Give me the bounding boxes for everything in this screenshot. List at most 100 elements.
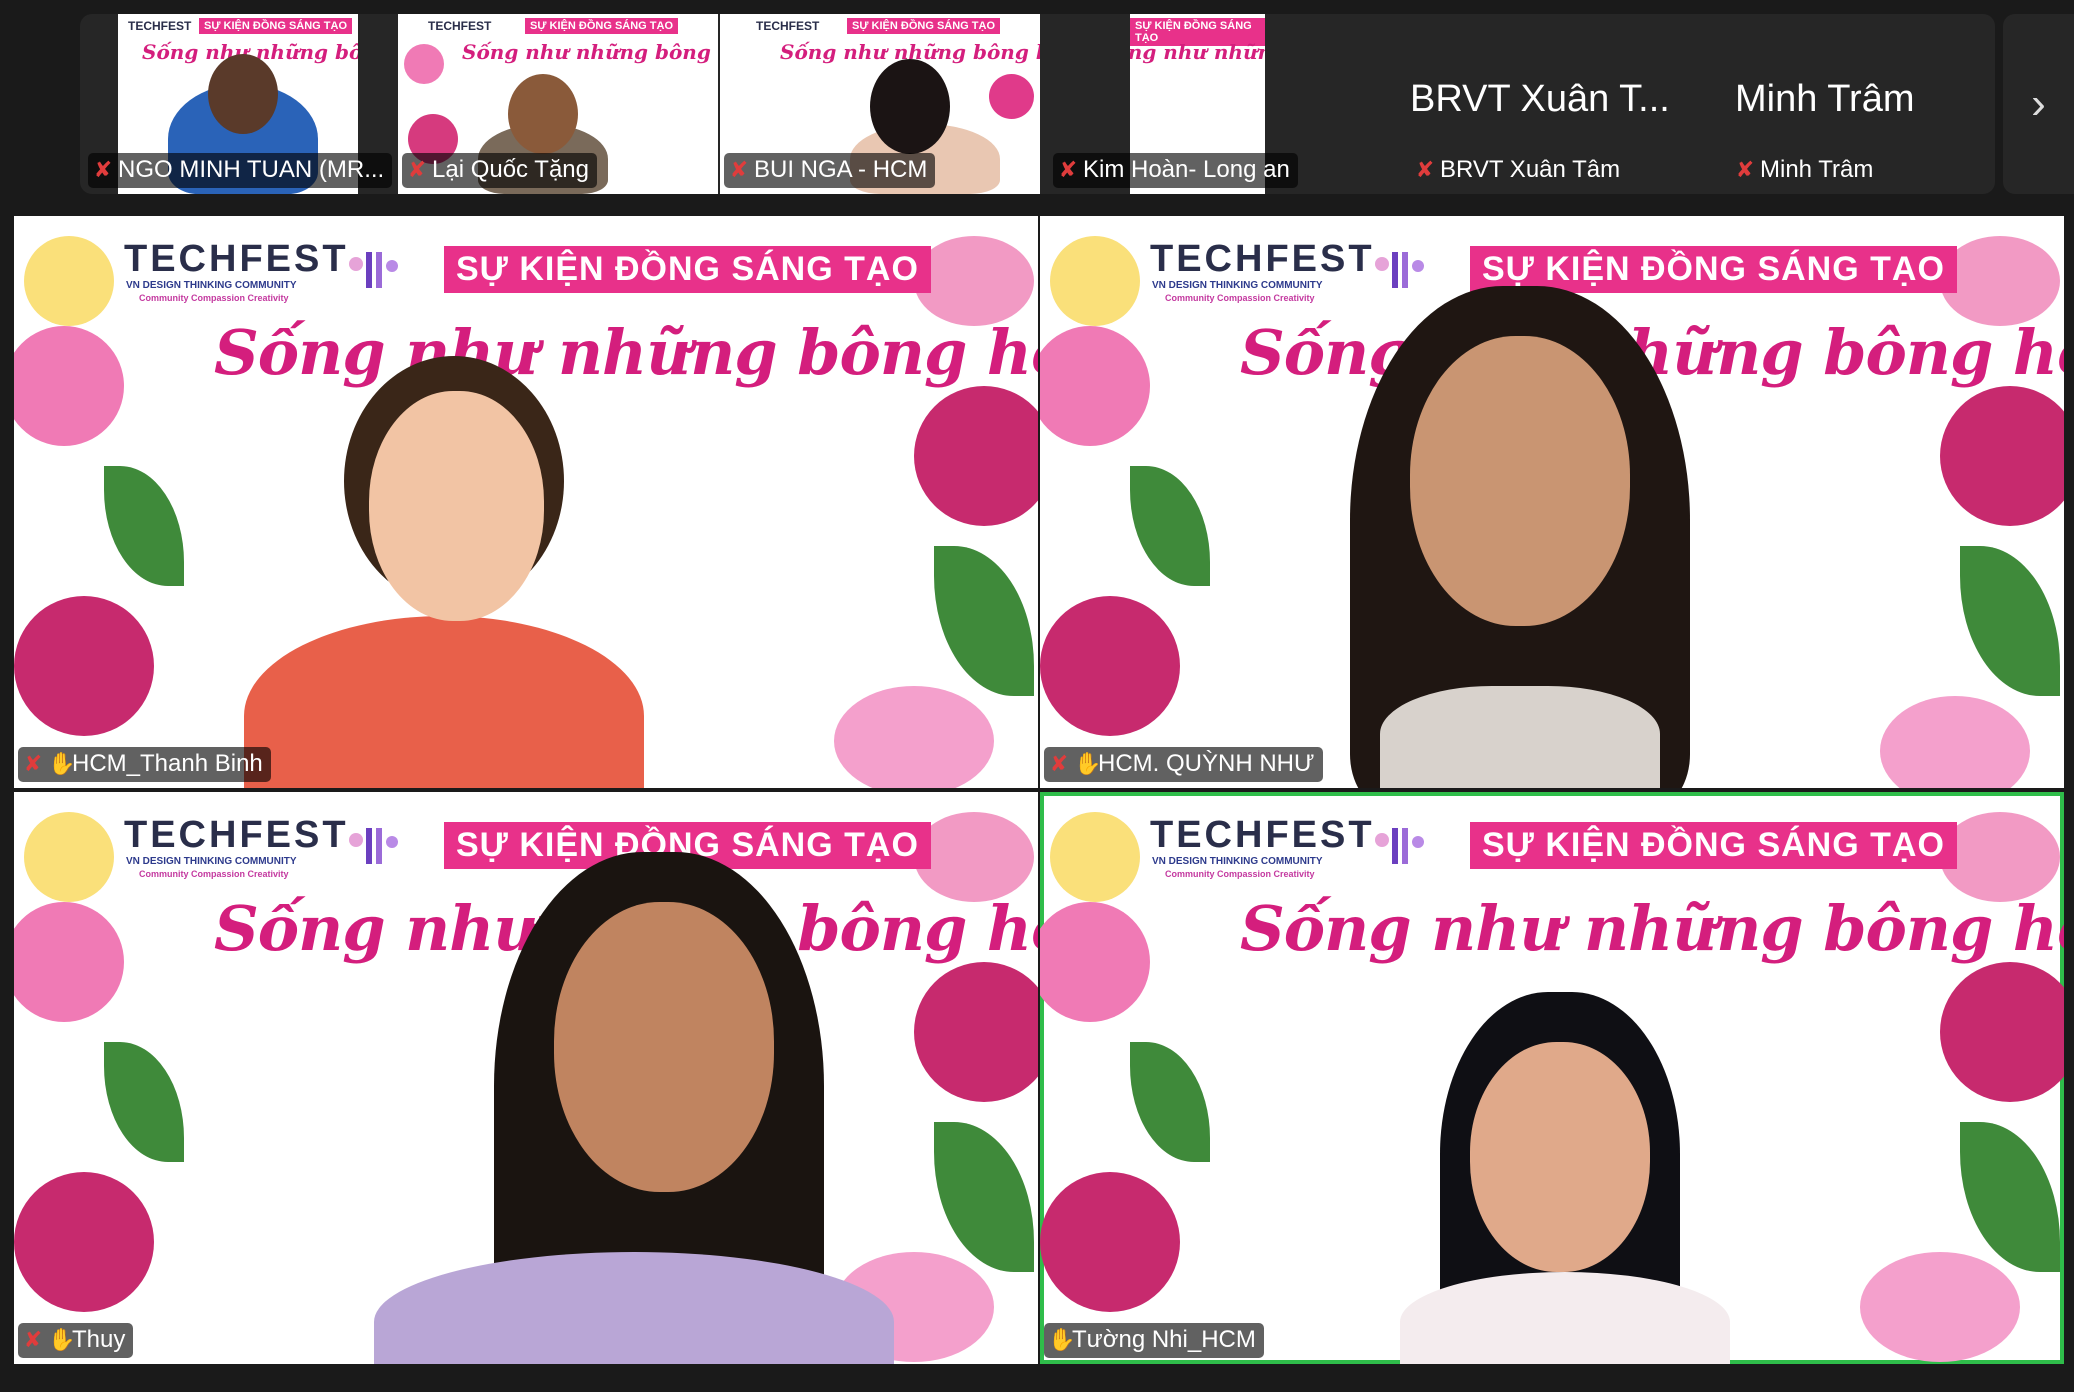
participant-body: [1400, 1272, 1730, 1364]
event-slogan: Sống như những bông hoa: [462, 40, 718, 64]
participant-name: Tường Nhi_HCM: [1072, 1326, 1256, 1353]
event-banner: SỰ KIỆN ĐỒNG SÁNG TẠO: [199, 18, 352, 34]
techfest-values: Community Compassion Creativity: [139, 869, 289, 879]
participant-body: [244, 616, 644, 788]
raised-hand-icon: ✋: [1074, 751, 1102, 776]
flower-decoration: [1880, 696, 2030, 788]
techfest-logo-text: TECHFEST: [756, 19, 820, 33]
mic-muted-icon: ✘: [23, 1327, 43, 1352]
participant-thumb[interactable]: TECHFEST SỰ KIỆN ĐỒNG SÁNG TẠO Sống như …: [80, 14, 400, 194]
participant-label: ✘ Minh Trâm: [1730, 153, 1881, 188]
participant-name: Kim Hoàn- Long an: [1083, 156, 1290, 183]
techfest-values: Community Compassion Creativity: [1165, 869, 1315, 879]
raised-hand-icon: ✋: [48, 1327, 76, 1352]
flower-decoration: [1050, 812, 1140, 902]
leaf-decoration: [104, 466, 184, 586]
leaf-decoration: [934, 546, 1034, 696]
participant-thumb[interactable]: TECHFEST SỰ KIỆN ĐỒNG SÁNG TẠO Sống như …: [720, 14, 1040, 194]
participant-name: Thuy: [72, 1326, 126, 1353]
flower-decoration: [1040, 902, 1150, 1022]
participant-head: [508, 74, 578, 154]
techfest-logo-text: TECHFEST: [1150, 814, 1375, 856]
flower-decoration: [1940, 236, 2060, 326]
participant-strip: TECHFEST SỰ KIỆN ĐỒNG SÁNG TẠO Sống như …: [80, 14, 1995, 194]
participant-thumb[interactable]: TECHFEST SỰ KIỆN ĐỒNG SÁNG TẠO Sống như …: [398, 14, 718, 194]
mic-muted-icon: ✘: [93, 157, 113, 182]
flower-decoration: [1040, 1172, 1180, 1312]
participant-name: HCM_Thanh Binh: [72, 750, 263, 777]
leaf-decoration: [1960, 546, 2060, 696]
mic-muted-icon: ✘: [23, 751, 43, 776]
event-banner: SỰ KIỆN ĐỒNG SÁNG TẠO: [444, 246, 931, 293]
participant-display-name: BRVT Xuân T...: [1410, 78, 1670, 120]
participant-head: [870, 59, 950, 154]
leaf-decoration: [934, 1122, 1034, 1272]
raised-hand-icon: ✋: [48, 751, 76, 776]
participant-label: ✘ BUI NGA - HCM: [724, 153, 936, 188]
flower-decoration: [914, 812, 1034, 902]
mic-muted-icon: ✘: [407, 157, 427, 182]
video-tile-active-speaker[interactable]: TECHFEST VN DESIGN THINKING COMMUNITY Co…: [1040, 792, 2064, 1364]
video-tile[interactable]: TECHFEST VN DESIGN THINKING COMMUNITY Co…: [1040, 216, 2064, 788]
leaf-decoration: [1130, 466, 1210, 586]
next-page-button[interactable]: ›: [2003, 14, 2074, 194]
mic-muted-icon: ✘: [1058, 157, 1078, 182]
participant-label: ✘ BRVT Xuân Tâm: [1410, 153, 1628, 188]
ii-logo-icon: [1375, 252, 1424, 288]
participant-name: BUI NGA - HCM: [754, 156, 928, 183]
flower-decoration: [914, 386, 1038, 526]
techfest-values: Community Compassion Creativity: [139, 293, 289, 303]
ii-logo-icon: [349, 252, 398, 288]
video-tile[interactable]: TECHFEST VN DESIGN THINKING COMMUNITY Co…: [14, 216, 1038, 788]
flower-decoration: [914, 236, 1034, 326]
video-tile[interactable]: TECHFEST VN DESIGN THINKING COMMUNITY Co…: [14, 792, 1038, 1364]
participant-display-name: Minh Trâm: [1735, 78, 1915, 120]
participant-label: ✘ Lại Quốc Tặng: [402, 153, 597, 188]
flower-decoration: [14, 596, 154, 736]
leaf-decoration: [1130, 1042, 1210, 1162]
event-slogan: Sống như những bông hoa: [214, 316, 1038, 389]
techfest-tagline: VN DESIGN THINKING COMMUNITY: [126, 280, 297, 291]
flower-decoration: [914, 962, 1038, 1102]
techfest-tagline: VN DESIGN THINKING COMMUNITY: [126, 856, 297, 867]
techfest-logo-text: TECHFEST: [428, 19, 492, 33]
mic-muted-icon: ✘: [1049, 751, 1069, 776]
participant-thumb[interactable]: SỰ KIỆN ĐỒNG SÁNG TẠO Sống như những bôn…: [1045, 14, 1365, 194]
flower-decoration: [404, 44, 444, 84]
raised-hand-icon: ✋: [1048, 1327, 1076, 1352]
participant-face: [1470, 1042, 1650, 1272]
participant-thumb[interactable]: Minh Trâm ✘ Minh Trâm: [1690, 14, 1995, 194]
flower-decoration: [1050, 236, 1140, 326]
participant-label: ✘ Kim Hoàn- Long an: [1053, 153, 1298, 188]
techfest-logo-text: TECHFEST: [1150, 238, 1375, 280]
participant-thumb[interactable]: BRVT Xuân T... ✘ BRVT Xuân Tâm: [1370, 14, 1690, 194]
flower-decoration: [24, 236, 114, 326]
participant-face: [369, 391, 544, 621]
mic-muted-icon: ✘: [729, 157, 749, 182]
techfest-values: Community Compassion Creativity: [1165, 293, 1315, 303]
event-slogan: Sống như những bông hoa: [1240, 892, 2064, 965]
flower-decoration: [1040, 596, 1180, 736]
participant-name: HCM. QUỲNH NHƯ: [1098, 750, 1315, 777]
ii-logo-icon: [349, 828, 398, 864]
event-banner: SỰ KIỆN ĐỒNG SÁNG TẠO: [847, 18, 1000, 34]
participant-name: Minh Trâm: [1760, 156, 1874, 183]
participant-label: ✘ ✋ Thuy: [18, 1323, 134, 1358]
participant-head: [208, 54, 278, 134]
participant-label: ✋ Tường Nhi_HCM: [1044, 1323, 1264, 1358]
participant-name: NGO MINH TUAN (MR...: [118, 156, 385, 183]
ii-logo-icon: [1375, 828, 1424, 864]
flower-decoration: [14, 902, 124, 1022]
event-banner: SỰ KIỆN ĐỒNG SÁNG TẠO: [525, 18, 678, 34]
participant-face: [1410, 336, 1630, 626]
participant-label: ✘ NGO MINH TUAN (MR...: [88, 153, 393, 188]
techfest-logo-text: TECHFEST: [128, 19, 192, 33]
flower-decoration: [24, 812, 114, 902]
participant-label: ✘ ✋ HCM_Thanh Binh: [18, 747, 271, 782]
techfest-tagline: VN DESIGN THINKING COMMUNITY: [1152, 856, 1323, 867]
leaf-decoration: [1960, 1122, 2060, 1272]
flower-decoration: [989, 74, 1034, 119]
flower-decoration: [1860, 1252, 2020, 1362]
flower-decoration: [1940, 812, 2060, 902]
flower-decoration: [14, 326, 124, 446]
